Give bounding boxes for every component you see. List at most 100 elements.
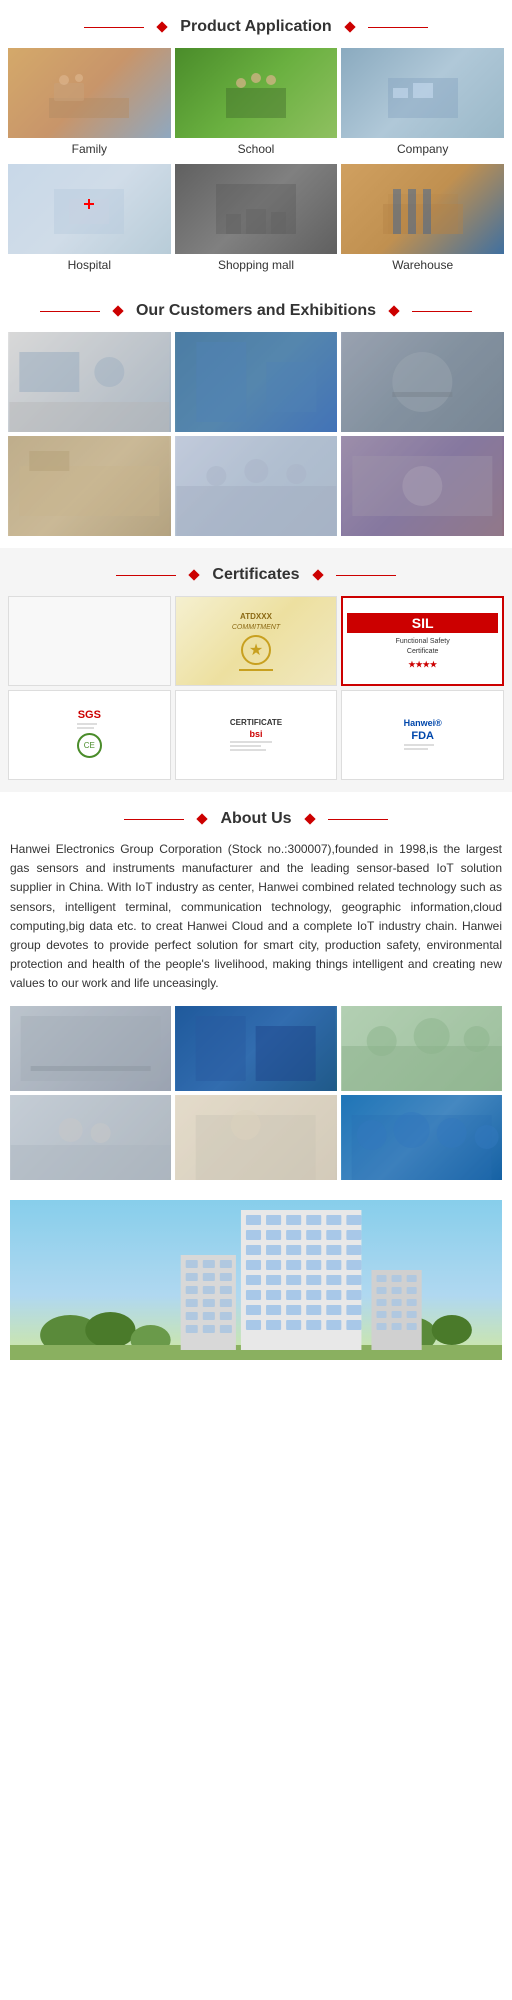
about6-scene — [341, 1095, 502, 1180]
header-line-left — [84, 27, 144, 28]
about-images-bottom — [10, 1095, 502, 1180]
certificates-title: Certificates — [212, 566, 299, 584]
expo5-scene — [175, 436, 338, 536]
certificates-header: Certificates — [0, 548, 512, 596]
cert1-content — [87, 618, 91, 664]
certs-grid-bottom: SGS CE CERTIFICATE bsi — [8, 690, 504, 780]
certificate-bsi: CERTIFICATE bsi — [175, 690, 338, 780]
certificate-sgs: SGS CE — [8, 690, 171, 780]
product-item-warehouse: Warehouse — [341, 164, 504, 276]
company-scene-icon — [383, 68, 463, 118]
diamond-icon-left-4 — [197, 813, 208, 824]
about-img-5 — [175, 1095, 336, 1180]
cert3-content: SIL Functional SafetyCertificate ★★★★ — [347, 613, 498, 670]
warehouse-scene-icon — [383, 184, 463, 234]
expo3-scene — [341, 332, 504, 432]
header-line-right-2 — [412, 311, 472, 312]
diamond-icon-left — [157, 21, 168, 32]
expo1-scene — [8, 332, 171, 432]
about-img-3 — [341, 1006, 502, 1091]
header-line-right — [368, 27, 428, 28]
about-img-4 — [10, 1095, 171, 1180]
family-scene-icon — [49, 68, 129, 118]
company-label: Company — [341, 138, 504, 160]
exhibition-item-6 — [341, 436, 504, 536]
product-item-hospital: Hospital — [8, 164, 171, 276]
about-content: Hanwei Electronics Group Corporation (St… — [0, 840, 512, 1192]
building-background-svg — [10, 1200, 502, 1360]
exhibitions-grid — [0, 332, 512, 544]
shopping-image — [175, 164, 338, 254]
diamond-icon-right-4 — [304, 813, 315, 824]
about3-scene — [341, 1006, 502, 1091]
hanwei-building-image: Hanwei — [10, 1200, 502, 1360]
customers-title: Our Customers and Exhibitions — [136, 302, 376, 320]
certificate-2: ATDXXX COMMITMENT ★ — [175, 596, 338, 686]
diamond-icon-left-3 — [189, 569, 200, 580]
exhibition-item-5 — [175, 436, 338, 536]
school-image — [175, 48, 338, 138]
company-image — [341, 48, 504, 138]
product-item-family: Family — [8, 48, 171, 160]
hospital-scene-icon — [49, 184, 129, 234]
about-images-top — [10, 1006, 502, 1091]
bsi-content: CERTIFICATE bsi — [230, 718, 282, 753]
diamond-icon-right-2 — [388, 305, 399, 316]
school-label: School — [175, 138, 338, 160]
about1-scene — [10, 1006, 171, 1091]
shopping-label: Shopping mall — [175, 254, 338, 276]
customers-section: Our Customers and Exhibitions — [0, 284, 512, 544]
header-line-left-3 — [116, 575, 176, 576]
header-line-left-4 — [124, 819, 184, 820]
family-image — [8, 48, 171, 138]
product-application-title: Product Application — [180, 18, 331, 36]
certificates-grid-container: ATDXXX COMMITMENT ★ SIL Functional Safet… — [0, 596, 512, 792]
family-label: Family — [8, 138, 171, 160]
cert2-content: ATDXXX COMMITMENT ★ — [232, 612, 280, 671]
header-line-right-4 — [328, 819, 388, 820]
hospital-label: Hospital — [8, 254, 171, 276]
expo4-scene — [8, 436, 171, 536]
product-item-school: School — [175, 48, 338, 160]
product-application-header: Product Application — [0, 0, 512, 48]
hospital-image — [8, 164, 171, 254]
exhibition-item-2 — [175, 332, 338, 432]
about-img-1 — [10, 1006, 171, 1091]
about2-scene — [175, 1006, 336, 1091]
header-line-right-3 — [336, 575, 396, 576]
warehouse-label: Warehouse — [341, 254, 504, 276]
expo2-scene — [175, 332, 338, 432]
certificate-1 — [8, 596, 171, 686]
warehouse-image — [341, 164, 504, 254]
diamond-icon-right-3 — [312, 569, 323, 580]
fda-content: Hanwei® FDA — [404, 718, 442, 752]
about-img-2 — [175, 1006, 336, 1091]
about-text: Hanwei Electronics Group Corporation (St… — [10, 840, 502, 994]
exhibition-item-3 — [341, 332, 504, 432]
hanwei-building-section: Hanwei — [0, 1200, 512, 1360]
diamond-icon-left-2 — [112, 305, 123, 316]
expo6-scene — [341, 436, 504, 536]
header-line-left-2 — [40, 311, 100, 312]
school-scene-icon — [216, 68, 296, 118]
product-application-section: Product Application Family — [0, 0, 512, 284]
product-item-company: Company — [341, 48, 504, 160]
certificate-3: SIL Functional SafetyCertificate ★★★★ — [341, 596, 504, 686]
customers-header: Our Customers and Exhibitions — [0, 284, 512, 332]
certs-grid-top: ATDXXX COMMITMENT ★ SIL Functional Safet… — [8, 596, 504, 686]
sgs-content: SGS CE — [77, 709, 102, 762]
about4-scene — [10, 1095, 171, 1180]
product-item-shopping: Shopping mall — [175, 164, 338, 276]
exhibition-item-4 — [8, 436, 171, 536]
certificates-section: Certificates — [0, 548, 512, 792]
about-img-6 — [341, 1095, 502, 1180]
exhibition-item-1 — [8, 332, 171, 432]
certificate-fda: Hanwei® FDA — [341, 690, 504, 780]
about5-scene — [175, 1095, 336, 1180]
diamond-icon-right — [344, 21, 355, 32]
shopping-scene-icon — [216, 184, 296, 234]
product-grid: Family School Com — [0, 48, 512, 284]
about-section: About Us Hanwei Electronics Group Corpor… — [0, 792, 512, 1192]
about-header: About Us — [0, 792, 512, 840]
about-title: About Us — [220, 810, 291, 828]
